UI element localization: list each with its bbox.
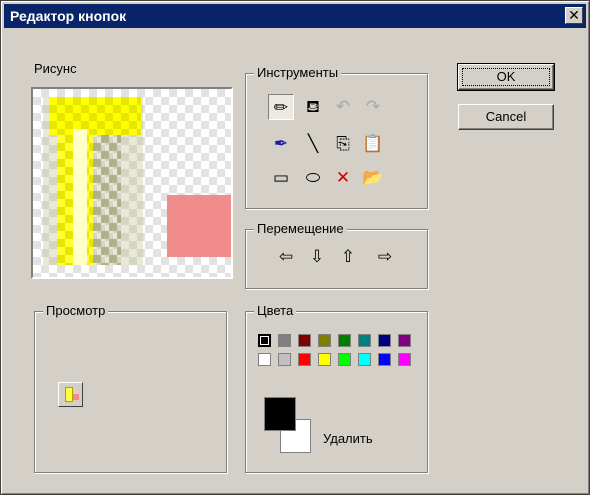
preview-group-label: Просмотр bbox=[43, 303, 109, 319]
open-icon: 📂 bbox=[362, 168, 384, 187]
palette-swatch[interactable] bbox=[378, 334, 391, 347]
line-tool-button[interactable]: ╲ bbox=[300, 131, 326, 157]
copy-icon: ⎘ bbox=[336, 134, 350, 153]
image-top-bar bbox=[49, 97, 141, 135]
clear-button[interactable]: ✕ bbox=[330, 165, 356, 191]
palette-swatch[interactable] bbox=[278, 353, 291, 366]
copy-button[interactable]: ⎘ bbox=[330, 131, 356, 157]
image-shade bbox=[93, 135, 121, 265]
palette-swatch[interactable] bbox=[378, 353, 391, 366]
move-right-icon: ⇨ bbox=[377, 247, 393, 266]
palette-swatch[interactable] bbox=[318, 353, 331, 366]
palette-swatch[interactable] bbox=[398, 353, 411, 366]
palette-swatch[interactable] bbox=[278, 334, 291, 347]
palette-swatch[interactable] bbox=[358, 353, 371, 366]
ellipse-icon: ⬭ bbox=[305, 168, 321, 187]
paste-icon: 📋 bbox=[362, 134, 384, 153]
button-editor-window: Редактор кнопок ✕ Рисунс Инструменты ✏ ⛾… bbox=[0, 0, 590, 495]
palette-swatch[interactable] bbox=[258, 353, 271, 366]
undo-button[interactable]: ↶ bbox=[330, 94, 356, 120]
fill-tool-button[interactable]: ⛾ bbox=[300, 94, 326, 120]
palette-swatch[interactable] bbox=[298, 334, 311, 347]
preview-red-icon bbox=[73, 394, 79, 400]
clear-icon: ✕ bbox=[335, 168, 351, 187]
palette-swatch[interactable] bbox=[318, 334, 331, 347]
preview-yellow-icon bbox=[65, 387, 73, 402]
paste-button[interactable]: 📋 bbox=[360, 131, 386, 157]
pencil-tool-button[interactable]: ✏ bbox=[268, 94, 294, 120]
drawing-canvas[interactable] bbox=[31, 87, 233, 279]
move-up-button[interactable]: ⇧ bbox=[335, 244, 361, 270]
palette-swatch[interactable] bbox=[338, 334, 351, 347]
palette-swatch[interactable] bbox=[338, 353, 351, 366]
foreground-color-swatch[interactable] bbox=[264, 397, 296, 431]
move-group-label: Перемещение bbox=[254, 221, 347, 237]
move-up-icon: ⇧ bbox=[340, 247, 356, 266]
cancel-button[interactable]: Cancel bbox=[458, 104, 554, 130]
move-left-button[interactable]: ⇦ bbox=[273, 244, 299, 270]
window-title: Редактор кнопок bbox=[10, 8, 127, 24]
ellipse-tool-button[interactable]: ⬭ bbox=[300, 165, 326, 191]
rectangle-icon: ▭ bbox=[272, 168, 290, 187]
open-button[interactable]: 📂 bbox=[360, 165, 386, 191]
palette-swatch[interactable] bbox=[258, 334, 271, 347]
palette-swatch[interactable] bbox=[358, 334, 371, 347]
palette-swatch[interactable] bbox=[298, 353, 311, 366]
palette-swatch[interactable] bbox=[398, 334, 411, 347]
redo-button[interactable]: ↷ bbox=[360, 94, 386, 120]
close-icon: ✕ bbox=[568, 7, 580, 23]
move-left-icon: ⇦ bbox=[278, 247, 294, 266]
move-right-button[interactable]: ⇨ bbox=[372, 244, 398, 270]
fill-bucket-icon: ⛾ bbox=[306, 97, 320, 116]
pencil-icon: ✏ bbox=[273, 98, 289, 117]
title-bar[interactable]: Редактор кнопок ✕ bbox=[4, 4, 586, 28]
eyedropper-tool-button[interactable]: ✒ bbox=[268, 131, 294, 157]
picture-label: Рисунс bbox=[34, 61, 77, 76]
ok-button[interactable]: OK bbox=[457, 63, 555, 91]
close-button[interactable]: ✕ bbox=[565, 7, 583, 24]
ok-button-label: OK bbox=[462, 68, 550, 86]
preview-button[interactable] bbox=[58, 382, 83, 407]
line-icon: ╲ bbox=[307, 134, 319, 153]
delete-label[interactable]: Удалить bbox=[323, 431, 373, 446]
image-red-block bbox=[167, 195, 231, 257]
rectangle-tool-button[interactable]: ▭ bbox=[268, 165, 294, 191]
image-highlight bbox=[73, 129, 87, 265]
redo-icon: ↷ bbox=[365, 97, 381, 116]
undo-icon: ↶ bbox=[335, 97, 351, 116]
colors-group-label: Цвета bbox=[254, 303, 297, 319]
eyedropper-icon: ✒ bbox=[273, 134, 289, 153]
tools-group-label: Инструменты bbox=[254, 65, 342, 81]
move-down-icon: ⇩ bbox=[309, 247, 325, 266]
move-down-button[interactable]: ⇩ bbox=[304, 244, 330, 270]
